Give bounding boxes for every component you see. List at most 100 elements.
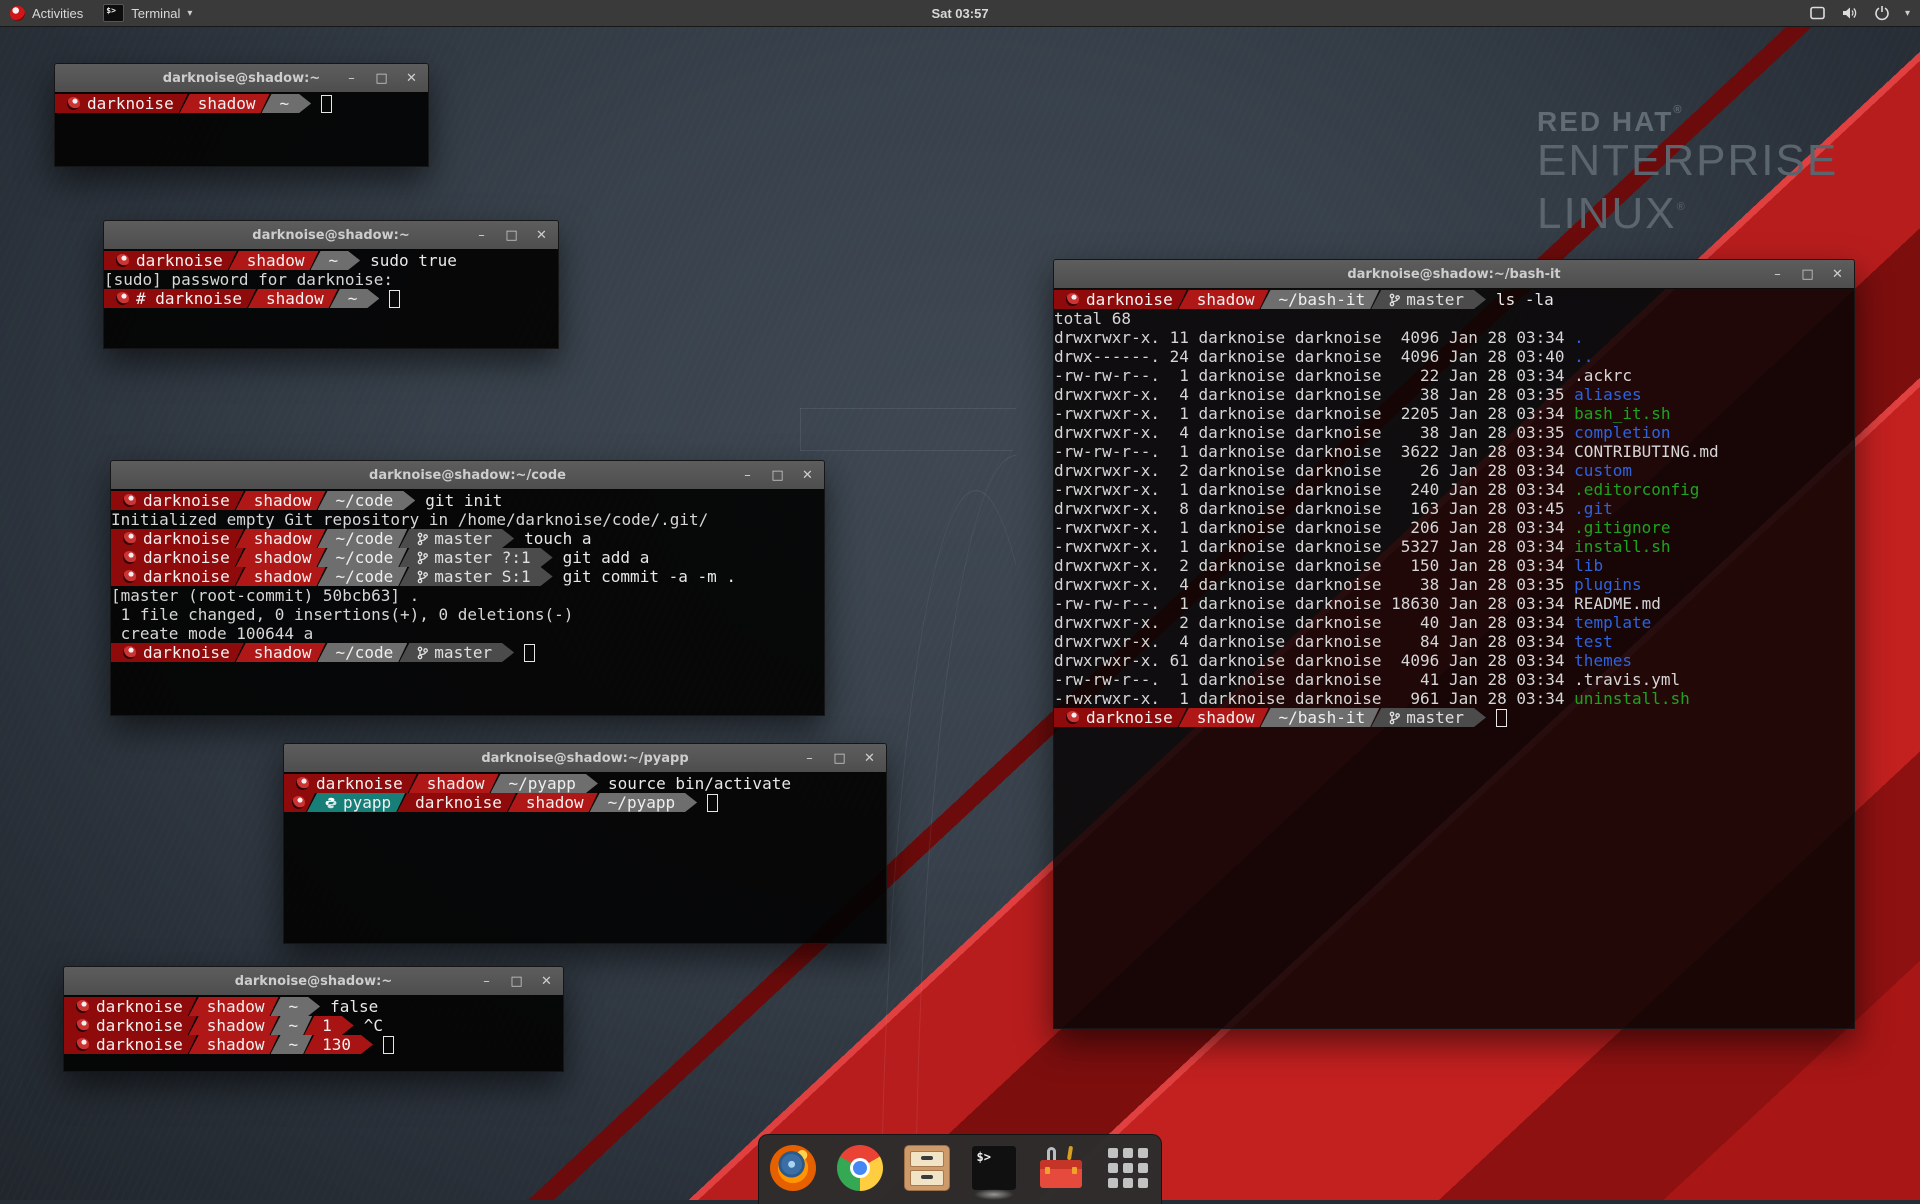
chrome-icon[interactable] xyxy=(837,1145,883,1191)
close-button[interactable]: ✕ xyxy=(540,974,553,989)
command-text: false xyxy=(330,997,378,1016)
output-text: 1 file changed, 0 insertions(+), 0 delet… xyxy=(111,605,573,624)
terminal-window: darknoise@shadow:~/code – □ ✕ darknoises… xyxy=(110,460,825,716)
app-grid-dots xyxy=(1108,1148,1148,1188)
window-titlebar[interactable]: darknoise@shadow:~/code – □ ✕ xyxy=(111,461,824,490)
window-titlebar[interactable]: darknoise@shadow:~/pyapp – □ ✕ xyxy=(284,744,886,773)
prompt-segment-user: darknoise xyxy=(64,1016,197,1035)
clock[interactable]: Sat 03:57 xyxy=(921,6,998,21)
maximize-button[interactable]: □ xyxy=(771,468,784,483)
terminal-content[interactable]: darknoiseshadow~ xyxy=(55,92,428,166)
screwdriver-icon xyxy=(1066,1146,1072,1160)
git-branch-icon xyxy=(1389,711,1400,725)
terminal-glyph: $> xyxy=(977,1150,991,1164)
close-button[interactable]: ✕ xyxy=(863,751,876,766)
close-button[interactable]: ✕ xyxy=(801,468,814,483)
maximize-button[interactable]: □ xyxy=(510,974,523,989)
files-icon[interactable] xyxy=(904,1145,950,1191)
redhat-icon xyxy=(76,1000,89,1013)
prompt-segment-user: darknoise xyxy=(55,94,188,113)
prompt-segment-user: darknoise xyxy=(1054,708,1187,727)
terminal-line: darknoiseshadow~/codegit init xyxy=(111,491,824,510)
terminal-content[interactable]: darknoiseshadow~sudo true[sudo] password… xyxy=(104,249,558,348)
maximize-button[interactable]: □ xyxy=(833,751,846,766)
output-text: -rw-rw-r--. 1 darknoise darknoise 3622 J… xyxy=(1054,442,1574,461)
prompt-segment-user: darknoise xyxy=(64,1035,197,1054)
terminal-line: drwxrwxr-x. 2 darknoise darknoise 40 Jan… xyxy=(1054,613,1854,632)
prompt-segment-host: shadow xyxy=(1179,708,1269,727)
output-text: .ackrc xyxy=(1574,366,1632,385)
prompt-segment-user: darknoise xyxy=(111,567,244,586)
toolbox-latch xyxy=(1072,1167,1077,1174)
terminal-content[interactable]: darknoise shadow~/pyapp source bin/activat… xyxy=(284,772,886,943)
minimize-button[interactable]: – xyxy=(1771,267,1784,282)
minimize-button[interactable]: – xyxy=(803,751,816,766)
close-button[interactable]: ✕ xyxy=(405,71,418,86)
prompt-segment-git: master xyxy=(1371,290,1486,309)
command-text: git init xyxy=(425,491,502,510)
python-icon xyxy=(325,797,337,809)
close-button[interactable]: ✕ xyxy=(1831,267,1844,282)
terminal-content[interactable]: darknoiseshadow~/codegit initInitialized… xyxy=(111,489,824,715)
terminal-line: drwxrwxr-x. 4 darknoise darknoise 38 Jan… xyxy=(1054,385,1854,404)
command-text: sudo true xyxy=(370,251,457,270)
filename-blue: lib xyxy=(1574,556,1603,575)
command-text: ls -la xyxy=(1496,290,1554,309)
window-titlebar[interactable]: darknoise@shadow:~ – □ ✕ xyxy=(55,64,428,93)
minimize-button[interactable]: – xyxy=(741,468,754,483)
command-text: source bin/activate xyxy=(608,774,791,793)
app-grid-icon[interactable] xyxy=(1105,1145,1151,1191)
dock: $> xyxy=(758,1134,1162,1204)
terminal-line: # darknoiseshadow~ xyxy=(104,289,558,308)
prompt-segment-user: darknoise xyxy=(111,529,244,548)
prompt-segment-host: shadow xyxy=(236,529,326,548)
terminal-line: darknoiseshadow~false xyxy=(64,997,563,1016)
terminal-window: darknoise@shadow:~ – □ ✕ darknoiseshadow… xyxy=(54,63,429,167)
output-text: drwxrwxr-x. 11 darknoise darknoise 4096 … xyxy=(1054,328,1574,347)
maximize-button[interactable]: □ xyxy=(375,71,388,86)
terminal-line: [sudo] password for darknoise: xyxy=(104,270,558,289)
maximize-button[interactable]: □ xyxy=(1801,267,1814,282)
redhat-icon xyxy=(1066,293,1079,306)
window-titlebar[interactable]: darknoise@shadow:~ – □ ✕ xyxy=(104,221,558,250)
close-button[interactable]: ✕ xyxy=(535,228,548,243)
terminal-line: darknoiseshadow~ xyxy=(55,94,428,113)
redhat-icon xyxy=(1066,711,1079,724)
window-titlebar[interactable]: darknoise@shadow:~ – □ ✕ xyxy=(64,967,563,996)
redhat-icon xyxy=(296,777,309,790)
minimize-button[interactable]: – xyxy=(345,71,358,86)
prompt-segment-user: darknoise xyxy=(284,774,417,793)
toolbox-icon[interactable] xyxy=(1038,1145,1084,1191)
app-menu-terminal[interactable]: $> Terminal ▾ xyxy=(93,0,202,26)
minimize-button[interactable]: – xyxy=(475,228,488,243)
activities-button[interactable]: Activities xyxy=(0,0,93,26)
filename-green: uninstall.sh xyxy=(1574,689,1690,708)
display-icon xyxy=(1809,5,1826,21)
terminal-line: darknoiseshadow~1^C xyxy=(64,1016,563,1035)
prompt-segment-path: ~ xyxy=(262,94,312,113)
chevron-down-icon: ▾ xyxy=(187,8,192,19)
maximize-button[interactable]: □ xyxy=(505,228,518,243)
terminal-line: drwxrwxr-x. 8 darknoise darknoise 163 Ja… xyxy=(1054,499,1854,518)
terminal-line: -rw-rw-r--. 1 darknoise darknoise 22 Jan… xyxy=(1054,366,1854,385)
filename-blue: .. xyxy=(1574,347,1593,366)
output-text: drwxrwxr-x. 4 darknoise darknoise 84 Jan… xyxy=(1054,632,1574,651)
prompt-segment-host: shadow xyxy=(508,793,598,812)
terminal-content[interactable]: darknoiseshadow~/bash-itmasterls -latota… xyxy=(1054,288,1854,1028)
redhat-icon xyxy=(76,1019,89,1032)
prompt-segment-user: darknoise xyxy=(104,251,237,270)
firefox-icon[interactable] xyxy=(770,1145,816,1191)
window-titlebar[interactable]: darknoise@shadow:~/bash-it – □ ✕ xyxy=(1054,260,1854,289)
prompt-segment-path: ~/pyapp xyxy=(491,774,598,793)
drawer xyxy=(910,1151,944,1167)
minimize-button[interactable]: – xyxy=(480,974,493,989)
terminal-line: 1 file changed, 0 insertions(+), 0 delet… xyxy=(111,605,824,624)
system-status-area[interactable]: ▾ xyxy=(1809,0,1920,26)
prompt-segment-err: 1 xyxy=(304,1016,354,1035)
terminal-icon[interactable]: $> xyxy=(971,1145,1017,1191)
terminal-content[interactable]: darknoiseshadow~falsedarknoiseshadow~1^C… xyxy=(64,995,563,1071)
prompt-segment-user: darknoise xyxy=(111,643,244,662)
window-title: darknoise@shadow:~/code xyxy=(111,468,824,483)
prompt-segment-git: master xyxy=(399,529,514,548)
output-text: drwxrwxr-x. 8 darknoise darknoise 163 Ja… xyxy=(1054,499,1574,518)
